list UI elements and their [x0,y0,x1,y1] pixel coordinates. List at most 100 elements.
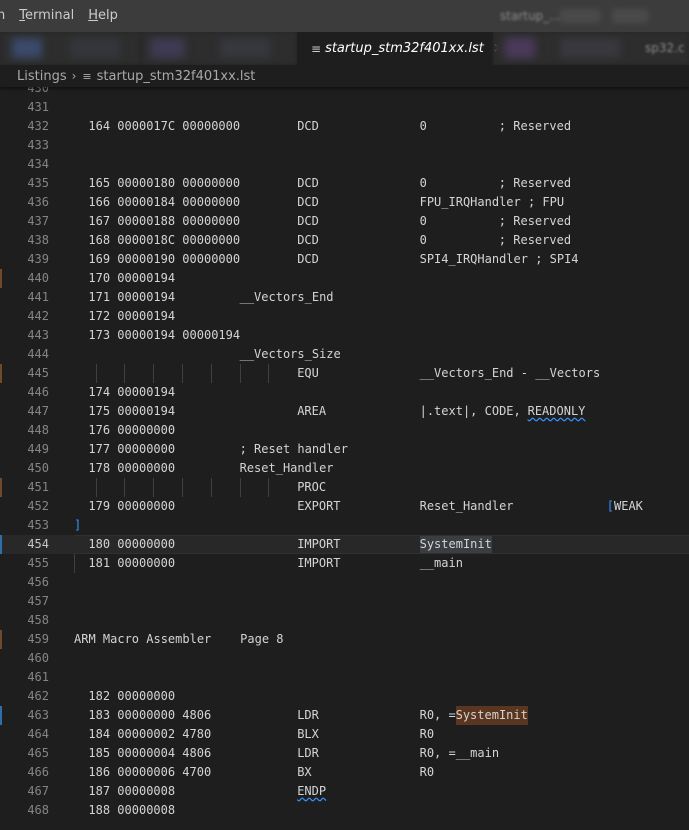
line-text[interactable]: 185 00000004 4806 LDR R0, =__main [74,744,689,763]
line-text[interactable]: 173 00000194 00000194 [74,326,689,345]
line-text[interactable]: 174 00000194 [74,383,689,402]
line-text[interactable] [74,98,689,117]
menu-item-terminal[interactable]: Terminal [12,0,81,32]
line-text[interactable]: 178 00000000 Reset_Handler [74,459,689,478]
line-text[interactable] [74,87,689,98]
code-line[interactable]: 454 180 00000000 IMPORT SystemInit [0,535,689,554]
line-text[interactable]: 187 00000008 ENDP [74,782,689,801]
tab-partial-label[interactable]: sp32.c [645,32,685,65]
line-text[interactable]: 171 00000194 __Vectors_End [74,288,689,307]
code-line[interactable]: 468 188 00000008 [0,801,689,820]
line-text[interactable]: 180 00000000 IMPORT SystemInit [74,535,689,554]
code-line[interactable]: 440 170 00000194 [0,269,689,288]
breadcrumb: Listings › ≡ startup_stm32f401xx.lst [0,65,689,87]
code-line[interactable]: 434 [0,155,689,174]
code-line[interactable]: 443 173 00000194 00000194 [0,326,689,345]
code-token: __Vectors_End [239,290,334,304]
code-line[interactable]: 448 176 00000000 [0,421,689,440]
code-line[interactable]: 445 EQU __Vectors_End - __Vectors [0,364,689,383]
code-line[interactable]: 467 187 00000008 ENDP [0,782,689,801]
code-line[interactable]: 457 [0,592,689,611]
code-line[interactable]: 460 [0,649,689,668]
code-line[interactable]: 451 PROC [0,478,689,497]
line-text[interactable] [74,611,689,630]
code-token: 179 00000000 [88,499,176,513]
code-line[interactable]: 432 164 0000017C 00000000 DCD 0 ; Reserved [0,117,689,136]
line-text[interactable]: 176 00000000 [74,421,689,440]
line-text[interactable]: 183 00000000 4806 LDR R0, = SystemInit [74,706,689,725]
code-token: 180 00000000 [88,537,176,551]
code-line[interactable]: 447 175 00000194 AREA |.text|, CODE, READON… [0,402,689,421]
code-line[interactable]: 444 __Vectors_Size [0,345,689,364]
code-line[interactable]: 452 179 00000000 EXPORT Reset_Handler [WEAK [0,497,689,516]
code-line[interactable]: 458 [0,611,689,630]
line-text[interactable]: 169 00000190 00000000 DCD SPI4_IRQHandler … [74,250,689,269]
line-text[interactable]: 165 00000180 00000000 DCD 0 ; Reserved [74,174,689,193]
line-text[interactable]: 181 00000000 IMPORT __main [74,554,689,573]
line-text[interactable]: 175 00000194 AREA |.text|, CODE, READONLY [74,402,689,421]
line-text[interactable] [74,668,689,687]
code-token: ; Reserved [498,214,572,228]
code-line[interactable]: 459 ARM Macro Assembler Page 8 [0,630,689,649]
code-line[interactable]: 455 181 00000000 IMPORT __main [0,554,689,573]
code-line[interactable]: 450 178 00000000 Reset_Handler [0,459,689,478]
code-token: 170 00000194 [88,271,176,285]
code-line[interactable]: 449 177 00000000 ; Reset handler [0,440,689,459]
code-line[interactable]: 435 165 00000180 00000000 DCD 0 ; Reserved [0,174,689,193]
line-number: 463 [27,708,49,722]
menu-item-truncated[interactable]: n [0,0,12,32]
code-line[interactable]: 461 [0,668,689,687]
code-line[interactable]: 453] [0,516,689,535]
code-line[interactable]: 441 171 00000194 __Vectors_End [0,288,689,307]
code-line[interactable]: 433 [0,136,689,155]
line-text[interactable]: 182 00000000 [74,687,689,706]
line-text[interactable]: 167 00000188 00000000 DCD 0 ; Reserved [74,212,689,231]
line-text[interactable]: __Vectors_Size [74,345,689,364]
code-token: 168 0000018C 00000000 [88,233,241,247]
line-text[interactable] [74,592,689,611]
code-line[interactable]: 464 184 00000002 4780 BLX R0 [0,725,689,744]
code-line[interactable]: 466 186 00000006 4700 BX R0 [0,763,689,782]
line-text[interactable]: PROC [74,478,689,497]
line-text[interactable] [74,649,689,668]
line-text[interactable]: 172 00000194 [74,307,689,326]
code-token: SPI4_IRQHandler ; SPI4 [419,252,579,266]
line-text[interactable] [74,573,689,592]
menu-item-help[interactable]: Help [81,0,125,32]
line-text[interactable]: EQU __Vectors_End - __Vectors [74,364,689,383]
code-token: ; Reserved [498,176,572,190]
code-line[interactable]: 463 183 00000000 4806 LDR R0, = SystemInit [0,706,689,725]
code-line[interactable]: 465 185 00000004 4806 LDR R0, =__main [0,744,689,763]
code-line[interactable]: 438 168 0000018C 00000000 DCD 0 ; Reserved [0,231,689,250]
line-text[interactable] [74,155,689,174]
code-line[interactable]: 437 167 00000188 00000000 DCD 0 ; Reserved [0,212,689,231]
code-line[interactable]: 436 166 00000184 00000000 DCD FPU_IRQHandle… [0,193,689,212]
breadcrumb-folder[interactable]: Listings [17,69,67,84]
line-text[interactable]: ARM Macro Assembler Page 8 [74,630,689,649]
code-editor[interactable]: 430 431 432 164 0000017C 00000000 DCD 0 ; Rese… [0,87,689,830]
line-text[interactable]: 166 00000184 00000000 DCD FPU_IRQHandler ;… [74,193,689,212]
line-text[interactable]: 168 0000018C 00000000 DCD 0 ; Reserved [74,231,689,250]
tab-active-file[interactable]: ≡ startup_stm32f401xx.lst × [297,32,504,65]
code-line[interactable]: 431 [0,98,689,117]
line-text[interactable]: 164 0000017C 00000000 DCD 0 ; Reserved [74,117,689,136]
line-number: 439 [27,252,49,266]
code-line[interactable]: 446 174 00000194 [0,383,689,402]
code-line[interactable]: 462 182 00000000 [0,687,689,706]
line-text[interactable]: 186 00000006 4700 BX R0 [74,763,689,782]
indent-guide [268,364,270,383]
code-line[interactable]: 430 [0,87,689,98]
indent-guide [239,364,241,383]
line-text[interactable]: 179 00000000 EXPORT Reset_Handler [WEAK [74,497,689,516]
line-text[interactable] [74,136,689,155]
code-line[interactable]: 456 [0,573,689,592]
line-text[interactable]: 188 00000008 [74,801,689,820]
line-text[interactable]: ] [74,516,689,535]
line-text[interactable]: 177 00000000 ; Reset handler [74,440,689,459]
line-text[interactable]: 170 00000194 [74,269,689,288]
code-line[interactable]: 442 172 00000194 [0,307,689,326]
line-text[interactable]: 184 00000002 4780 BLX R0 [74,725,689,744]
breadcrumb-file[interactable]: startup_stm32f401xx.lst [97,69,256,84]
code-token: 172 00000194 [88,309,176,323]
code-line[interactable]: 439 169 00000190 00000000 DCD SPI4_IRQHandl… [0,250,689,269]
